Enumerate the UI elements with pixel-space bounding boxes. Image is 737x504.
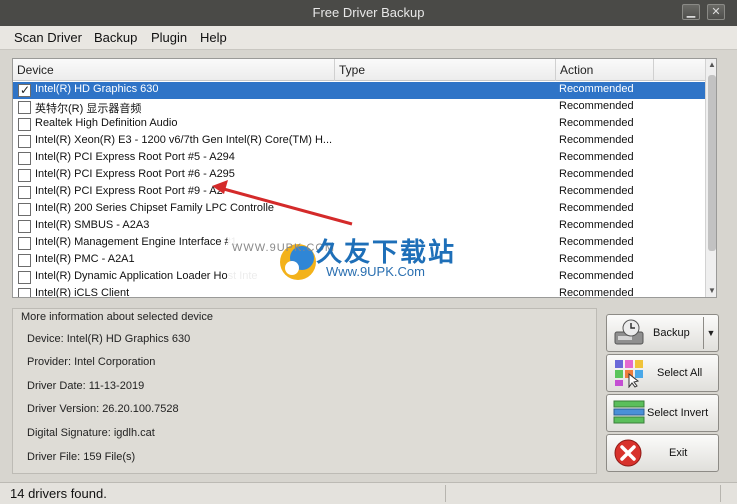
select-all-button[interactable]: Select All — [606, 354, 719, 392]
row-checkbox[interactable] — [18, 83, 31, 97]
row-checkbox[interactable] — [18, 152, 31, 165]
colored-grid-cursor-icon — [615, 360, 643, 388]
close-button[interactable]: ✕ — [707, 4, 725, 20]
cell-action: Recommended — [559, 270, 634, 282]
cell-device: Intel(R) Xeon(R) E3 - 1200 v6/7th Gen In… — [35, 134, 333, 146]
row-checkbox[interactable] — [18, 220, 31, 233]
column-header-type[interactable]: Type — [335, 59, 556, 81]
list-header: Device Type Action — [13, 59, 705, 81]
column-header-action[interactable]: Action — [556, 59, 654, 81]
row-checkbox[interactable] — [18, 237, 31, 250]
menu-bar: Scan Driver Backup Plugin Help — [0, 26, 737, 50]
menu-help[interactable]: Help — [200, 30, 227, 45]
row-checkbox[interactable] — [18, 169, 31, 182]
info-provider: Provider: Intel Corporation — [27, 356, 156, 368]
row-checkbox[interactable] — [18, 135, 31, 148]
cell-action: Recommended — [559, 168, 634, 180]
menu-backup[interactable]: Backup — [94, 30, 137, 45]
menu-scan-driver[interactable]: Scan Driver — [14, 30, 82, 45]
cell-device: Intel(R) PCI Express Root Port #9 - A2 — [35, 185, 223, 197]
cell-action: Recommended — [559, 100, 634, 112]
table-row[interactable]: Intel(R) HD Graphics 630 Recommended — [13, 82, 705, 99]
device-info-panel: More information about selected device D… — [12, 308, 597, 474]
select-invert-button[interactable]: Select Invert — [606, 394, 719, 432]
cell-device: Intel(R) HD Graphics 630 — [35, 83, 159, 95]
info-panel-title: More information about selected device — [21, 311, 213, 323]
status-bar: 14 drivers found. — [0, 482, 737, 504]
info-driver-version: Driver Version: 26.20.100.7528 — [27, 403, 179, 415]
cell-action: Recommended — [559, 219, 634, 231]
minimize-button[interactable]: ▁ — [682, 4, 700, 20]
row-checkbox[interactable] — [18, 186, 31, 199]
row-checkbox[interactable] — [18, 203, 31, 216]
backup-button[interactable]: Backup ▼ — [606, 314, 719, 352]
window-title: Free Driver Backup — [312, 5, 425, 20]
exit-button[interactable]: Exit — [606, 434, 719, 472]
row-checkbox[interactable] — [18, 118, 31, 131]
backup-label: Backup — [653, 327, 690, 339]
status-text: 14 drivers found. — [10, 486, 107, 501]
scroll-down-icon[interactable]: ▼ — [706, 285, 716, 297]
row-checkbox[interactable] — [18, 288, 31, 297]
scroll-up-icon[interactable]: ▲ — [706, 59, 716, 71]
hard-drive-clock-icon — [614, 319, 644, 345]
info-device: Device: Intel(R) HD Graphics 630 — [27, 333, 191, 345]
scrollbar-thumb[interactable] — [708, 75, 716, 251]
cell-action: Recommended — [559, 236, 634, 248]
cell-action: Recommended — [559, 83, 634, 95]
row-checkbox[interactable] — [18, 101, 31, 114]
table-row[interactable]: Intel(R) Xeon(R) E3 - 1200 v6/7th Gen In… — [13, 133, 705, 150]
select-all-label: Select All — [657, 367, 703, 379]
table-row[interactable]: Intel(R) PCI Express Root Port #9 - A2 Re… — [13, 184, 705, 201]
cell-action: Recommended — [559, 151, 634, 163]
row-checkbox[interactable] — [18, 254, 31, 267]
cell-action: Recommended — [559, 117, 634, 129]
cell-device: Intel(R) 200 Series Chipset Family LPC C… — [35, 202, 275, 214]
table-row[interactable]: Intel(R) PCI Express Root Port #5 - A294… — [13, 150, 705, 167]
column-header-device[interactable]: Device — [13, 59, 335, 81]
cell-action: Recommended — [559, 202, 634, 214]
red-x-icon — [614, 439, 642, 467]
cell-action: Recommended — [559, 287, 634, 298]
row-checkbox[interactable] — [18, 271, 31, 284]
stacked-bars-icon — [613, 400, 645, 424]
status-divider — [445, 485, 446, 502]
status-divider — [720, 485, 721, 502]
cell-action: Recommended — [559, 253, 634, 265]
info-driver-date: Driver Date: 11-13-2019 — [27, 380, 145, 392]
watermark-url: Www.9UPK.Com — [326, 264, 425, 279]
info-digital-signature: Digital Signature: igdlh.cat — [27, 427, 155, 439]
table-row[interactable]: Intel(R) 200 Series Chipset Family LPC C… — [13, 201, 705, 218]
menu-plugin[interactable]: Plugin — [151, 30, 187, 45]
cell-device: Intel(R) PCI Express Root Port #5 - A294 — [35, 151, 235, 163]
list-vertical-scrollbar[interactable]: ▲ ▼ — [705, 59, 716, 297]
exit-label: Exit — [669, 447, 688, 459]
cell-device: Realtek High Definition Audio — [35, 117, 178, 129]
table-row[interactable]: Intel(R) PCI Express Root Port #6 - A295… — [13, 167, 705, 184]
cell-device: Intel(R) PCI Express Root Port #6 - A295 — [35, 168, 235, 180]
backup-dropdown-icon[interactable]: ▼ — [703, 317, 718, 349]
watermark: WWW.9UPK.COM 久友下载站 Www.9UPK.Com — [228, 228, 480, 296]
select-invert-label: Select Invert — [647, 407, 709, 419]
cell-device: 英特尔(R) 显示器音频 — [35, 103, 142, 115]
info-driver-file: Driver File: 159 File(s) — [27, 451, 136, 463]
table-row[interactable]: Realtek High Definition Audio Recommended — [13, 116, 705, 133]
cell-action: Recommended — [559, 185, 634, 197]
cell-action: Recommended — [559, 134, 634, 146]
table-row[interactable]: 英特尔(R) 显示器音频 Recommended — [13, 99, 705, 116]
title-bar: Free Driver Backup ▁ ✕ — [0, 0, 737, 26]
